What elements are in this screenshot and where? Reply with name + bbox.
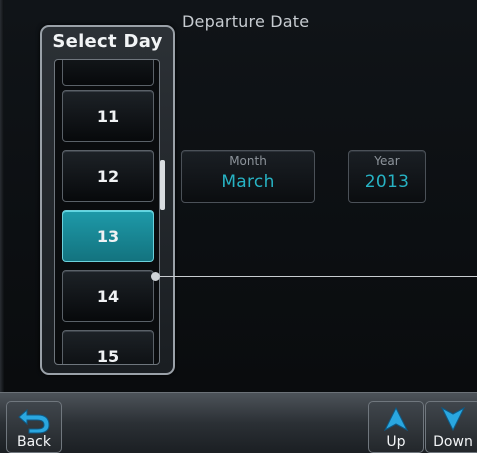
back-button[interactable]: Back	[6, 401, 62, 453]
scrollbar-thumb[interactable]	[160, 160, 165, 210]
frame-edge	[0, 0, 4, 392]
year-label: Year	[374, 154, 400, 168]
day-button-partial-top[interactable]	[62, 60, 154, 86]
up-arrow-icon	[383, 406, 409, 432]
callout-line	[158, 276, 477, 277]
day-button-13[interactable]: 13	[62, 210, 154, 262]
bottom-bar: Back Up Down	[0, 392, 477, 453]
day-button-14[interactable]: 14	[62, 270, 154, 322]
day-button-11[interactable]: 11	[62, 90, 154, 142]
day-button-12[interactable]: 12	[62, 150, 154, 202]
back-arrow-icon	[18, 408, 50, 434]
day-button-15[interactable]: 15	[62, 330, 154, 364]
year-field[interactable]: Year 2013	[348, 150, 426, 203]
up-button[interactable]: Up	[368, 401, 424, 453]
select-day-popup: Select Day 11 12 13 14 15	[40, 25, 175, 375]
day-list[interactable]: 11 12 13 14 15	[54, 59, 160, 365]
back-label: Back	[17, 434, 51, 450]
month-label: Month	[229, 154, 267, 168]
page-title: Departure Date	[182, 12, 310, 31]
month-field[interactable]: Month March	[181, 150, 315, 203]
up-label: Up	[386, 434, 406, 450]
down-button[interactable]: Down	[425, 401, 477, 453]
year-value: 2013	[364, 172, 410, 192]
down-arrow-icon	[440, 406, 466, 432]
popup-title: Select Day	[52, 31, 163, 52]
month-value: March	[221, 172, 275, 192]
down-label: Down	[433, 434, 473, 450]
